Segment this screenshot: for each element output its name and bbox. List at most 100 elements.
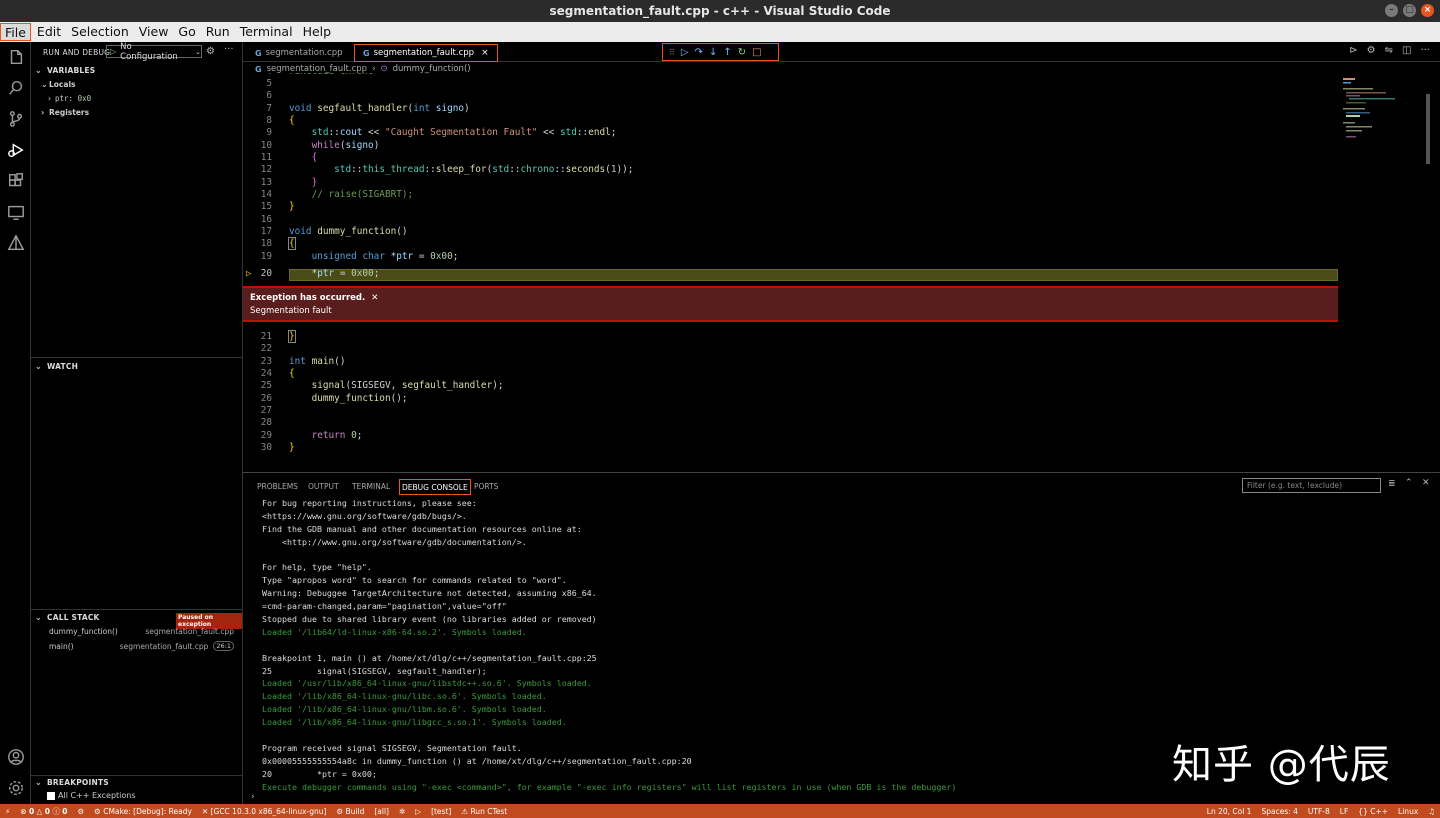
account-icon[interactable] — [6, 748, 26, 768]
code-editor-bottom[interactable]: 21} 22 23 int main() 24{ 25 signal(SIGSEG… — [243, 330, 1338, 454]
continue-icon[interactable]: ▷ — [681, 47, 689, 58]
menu-go[interactable]: Go — [174, 23, 199, 41]
debug-icon[interactable]: ✲ — [394, 807, 410, 816]
problems-status[interactable]: ⊗ 0 △ 0 ⓘ 0 — [15, 806, 72, 817]
stack-frame[interactable]: main() segmentation_fault.cpp 26:1 — [49, 641, 234, 651]
variables-section-header[interactable]: ⌄ VARIABLES — [35, 66, 95, 75]
close-icon[interactable]: ✕ — [371, 293, 378, 303]
variable-ptr[interactable]: › ptr: 0x0 — [47, 94, 91, 103]
call-stack-section-header[interactable]: ⌄ CALL STACK — [35, 613, 100, 622]
drag-handle-icon[interactable]: ⠿ — [669, 48, 675, 57]
split-editor-icon[interactable]: ◫ — [1402, 45, 1411, 56]
console-line: Loaded '/lib64/ld-linux-x86-64.so.2'. Sy… — [262, 626, 527, 637]
more-actions-icon[interactable]: ··· — [1420, 45, 1430, 56]
console-filter-input[interactable]: Filter (e.g. text, !exclude) — [1242, 478, 1381, 493]
step-out-icon[interactable]: ↑ — [723, 47, 731, 58]
code-editor-top[interactable]: 4#include<chrono> 5 6 7void segfault_han… — [243, 73, 1338, 263]
encoding[interactable]: UTF-8 — [1303, 807, 1335, 816]
console-line: For help, type "help". — [262, 562, 372, 573]
tab-segmentation[interactable]: Gsegmentation.cpp — [247, 44, 351, 62]
title-bar: segmentation_fault.cpp - c++ - Visual St… — [0, 0, 1440, 22]
locals-scope[interactable]: ⌄Locals — [41, 80, 75, 89]
exception-message: Segmentation fault — [250, 306, 332, 316]
menu-terminal[interactable]: Terminal — [236, 23, 297, 41]
console-line: Loaded '/lib/x86_64-linux-gnu/libgcc_s.s… — [262, 717, 567, 728]
menu-view[interactable]: View — [135, 23, 173, 41]
start-debug-icon[interactable]: ▷ — [110, 47, 116, 56]
vscode-window: segmentation_fault.cpp - c++ - Visual St… — [0, 0, 1440, 818]
build-target[interactable]: [all] — [369, 807, 394, 816]
step-over-icon[interactable]: ↷ — [695, 47, 703, 58]
window-title: segmentation_fault.cpp - c++ - Visual St… — [549, 4, 891, 18]
registers-scope[interactable]: › Registers — [41, 108, 89, 117]
run-icon[interactable]: ⊳ — [1349, 45, 1357, 56]
maximize-panel-icon[interactable]: ⌃ — [1405, 478, 1413, 488]
settings-gear-icon[interactable]: ⚙ — [1367, 45, 1376, 56]
console-line: Warning: Debuggee TargetArchitecture not… — [262, 588, 597, 599]
debug-settings-gear-icon[interactable]: ⚙ — [206, 46, 215, 57]
launch-icon[interactable]: ▷ — [410, 807, 426, 816]
clear-console-icon[interactable]: ≣ — [1388, 479, 1396, 489]
tab-debug-console[interactable]: DEBUG CONSOLE — [399, 479, 471, 495]
run-debug-icon[interactable] — [6, 141, 26, 161]
source-control-icon[interactable] — [6, 110, 26, 130]
status-bar: ⚡ ⊗ 0 △ 0 ⓘ 0 ⚙ ⚙ CMake: [Debug]: Ready … — [0, 804, 1440, 818]
remote-explorer-icon[interactable] — [6, 203, 26, 223]
ctest-button[interactable]: ⚠ Run CTest — [456, 807, 512, 816]
menu-run[interactable]: Run — [202, 23, 234, 41]
close-icon[interactable]: × — [1421, 4, 1434, 17]
watch-section-header[interactable]: ⌄ WATCH — [35, 362, 78, 371]
os-status[interactable]: Linux — [1393, 807, 1423, 816]
console-line: <http://www.gnu.org/software/gdb/documen… — [262, 536, 527, 547]
search-icon[interactable] — [6, 79, 26, 99]
build-button[interactable]: ⚙ Build — [331, 807, 369, 816]
tab-ports[interactable]: PORTS — [472, 479, 500, 495]
cpp-file-icon: G — [363, 48, 370, 58]
console-line: Type "apropos word" to search for comman… — [262, 575, 567, 586]
eol[interactable]: LF — [1335, 807, 1354, 816]
tab-terminal[interactable]: TERMINAL — [350, 479, 392, 495]
tab-problems[interactable]: PROBLEMS — [255, 479, 300, 495]
cmake-icon[interactable] — [6, 234, 26, 254]
minimize-icon[interactable]: – — [1385, 4, 1398, 17]
restart-icon[interactable]: ↻ — [738, 47, 746, 58]
minimap[interactable] — [1340, 64, 1430, 469]
checkbox[interactable] — [47, 791, 55, 800]
debug-status-icon[interactable]: ⚙ — [72, 807, 89, 816]
step-into-icon[interactable]: ↓ — [709, 47, 717, 58]
debug-config-select[interactable]: ▷ No Configuration ⌄ — [106, 42, 202, 62]
tab-output[interactable]: OUTPUT — [306, 479, 341, 495]
cursor-position[interactable]: Ln 20, Col 1 — [1202, 807, 1257, 816]
console-line: For bug reporting instructions, please s… — [262, 498, 477, 508]
manage-gear-icon[interactable] — [6, 779, 26, 799]
divider — [31, 609, 243, 610]
console-line: Loaded '/lib/x86_64-linux-gnu/libm.so.6'… — [262, 704, 547, 715]
maximize-icon[interactable]: □ — [1403, 4, 1416, 17]
chevron-down-icon: ⌄ — [35, 613, 42, 622]
more-actions-icon[interactable]: ··· — [224, 44, 234, 55]
stack-frame[interactable]: dummy_function() segmentation_fault.cpp — [49, 627, 234, 636]
close-tab-icon[interactable]: × — [481, 48, 489, 58]
close-panel-icon[interactable]: ✕ — [1422, 478, 1430, 488]
language-mode[interactable]: {} C++ — [1353, 807, 1393, 816]
stop-icon[interactable]: □ — [752, 47, 761, 58]
notifications-bell-icon[interactable]: ♫ — [1423, 807, 1440, 816]
console-input-chevron-icon[interactable]: › — [251, 792, 255, 802]
menu-edit[interactable]: Edit — [33, 23, 65, 41]
menu-file[interactable]: File — [0, 23, 31, 41]
test-target[interactable]: [test] — [426, 807, 456, 816]
extensions-icon[interactable] — [6, 172, 26, 192]
explorer-icon[interactable] — [6, 48, 26, 68]
code-editor-current-line[interactable]: ▷ 20 *ptr = 0x00; — [243, 268, 1338, 280]
chevron-down-icon: ⌄ — [35, 66, 42, 75]
menu-selection[interactable]: Selection — [67, 23, 133, 41]
exception-title: Exception has occurred. ✕ — [250, 293, 379, 303]
remote-icon[interactable]: ⚡ — [0, 807, 15, 816]
compare-icon[interactable]: ⇋ — [1385, 45, 1393, 56]
indentation[interactable]: Spaces: 4 — [1256, 807, 1302, 816]
kit-status[interactable]: ✕ [GCC 10.3.0 x86_64-linux-gnu] — [197, 807, 332, 816]
breakpoints-section-header[interactable]: ⌄ BREAKPOINTS — [35, 778, 109, 787]
tab-segmentation-fault[interactable]: Gsegmentation_fault.cpp × — [354, 44, 498, 62]
menu-help[interactable]: Help — [299, 23, 336, 41]
cmake-status[interactable]: ⚙ CMake: [Debug]: Ready — [89, 807, 197, 816]
